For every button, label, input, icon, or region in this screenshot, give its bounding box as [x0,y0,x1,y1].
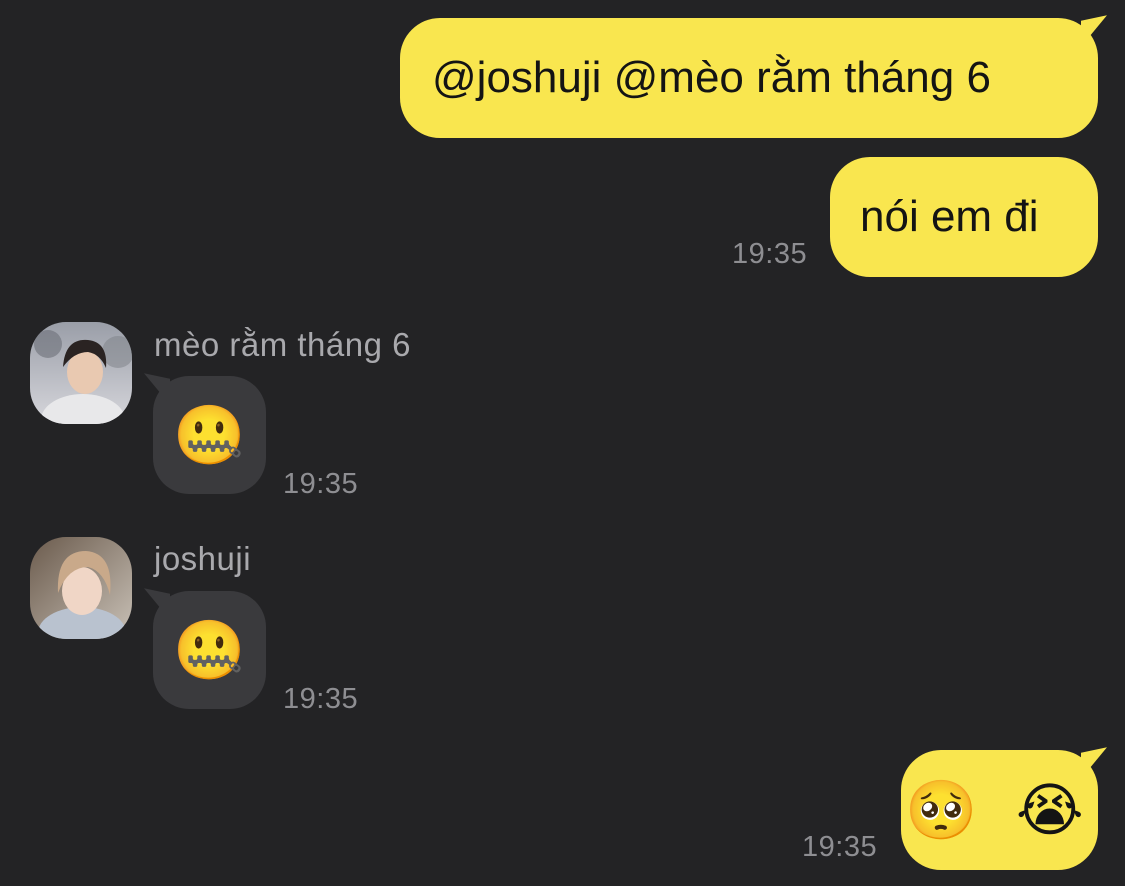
sender-name: mèo rằm tháng 6 [154,326,411,363]
bubble-tail [1081,747,1107,779]
avatar[interactable] [30,322,132,424]
bubble-tail [1081,15,1107,47]
message-timestamp: 19:35 [283,468,359,500]
message-timestamp: 19:35 [732,238,808,270]
bubble-tail [144,588,170,620]
message-text: nói em đi [860,192,1039,241]
chat-screen: { "messages": [ { "type": "outgoing", "t… [0,0,1125,886]
zipper-mouth-face-icon: 🤐 [173,616,246,684]
incoming-message-bubble[interactable]: 🤐 [144,373,266,494]
zipper-mouth-face-icon: 🤐 [173,401,246,469]
incoming-message-bubble[interactable]: 🤐 [144,588,266,709]
message-timestamp: 19:35 [802,831,878,863]
sender-name: joshuji [154,540,252,577]
avatar[interactable] [30,537,132,639]
message-timestamp: 19:35 [283,683,359,715]
outgoing-message-bubble[interactable]: @joshuji @mèo rằm tháng 6 [400,15,1107,138]
outgoing-message-bubble[interactable]: nói em đi [830,157,1098,277]
bubble-tail [144,373,170,405]
pleading-and-crying-face-icons: 🥺 😭 [905,776,1094,844]
profile-photo-icon [30,322,132,424]
profile-photo-icon [30,537,132,639]
message-text: @joshuji @mèo rằm tháng 6 [432,53,991,102]
outgoing-message-bubble[interactable]: 🥺 😭 [901,747,1107,870]
